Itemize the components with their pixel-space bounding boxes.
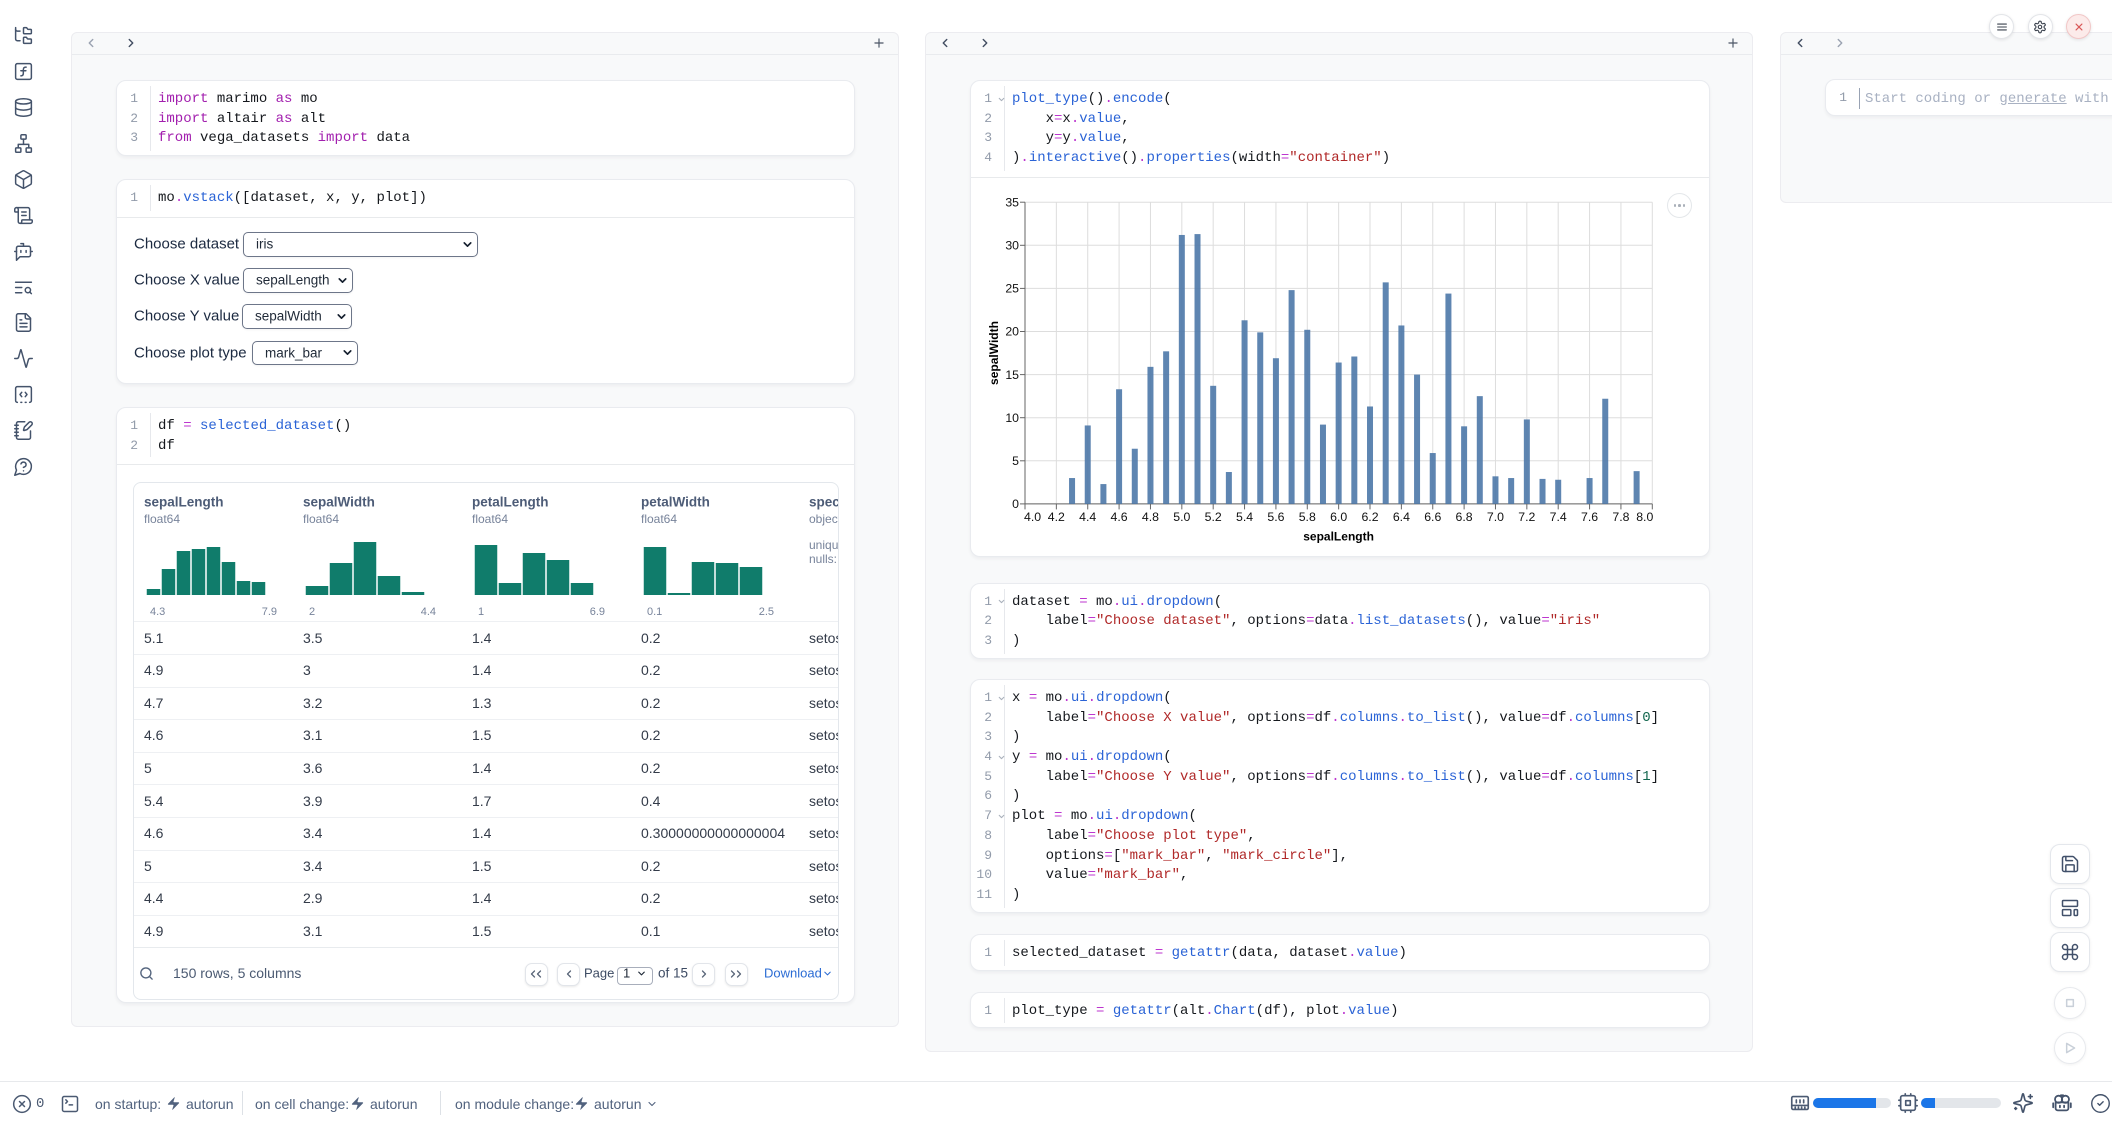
svg-text:4.8: 4.8 (1142, 510, 1159, 524)
svg-text:6.8: 6.8 (1456, 510, 1473, 524)
svg-text:6.2: 6.2 (1361, 510, 1378, 524)
svg-text:8.0: 8.0 (1636, 510, 1653, 524)
svg-text:4.2: 4.2 (1048, 510, 1065, 524)
svg-text:4.4: 4.4 (1079, 510, 1096, 524)
svg-text:7.8: 7.8 (1612, 510, 1629, 524)
svg-text:6.4: 6.4 (1393, 510, 1410, 524)
svg-text:15: 15 (1005, 368, 1019, 382)
svg-text:7.4: 7.4 (1550, 510, 1567, 524)
svg-text:20: 20 (1005, 325, 1019, 339)
svg-text:6.0: 6.0 (1330, 510, 1347, 524)
svg-text:25: 25 (1005, 282, 1019, 296)
svg-text:10: 10 (1005, 411, 1019, 425)
svg-text:5: 5 (1012, 454, 1019, 468)
svg-text:4.6: 4.6 (1111, 510, 1128, 524)
svg-text:5.4: 5.4 (1236, 510, 1253, 524)
svg-text:5.0: 5.0 (1173, 510, 1190, 524)
svg-text:30: 30 (1005, 239, 1019, 253)
svg-text:5.8: 5.8 (1299, 510, 1316, 524)
svg-text:7.0: 7.0 (1487, 510, 1504, 524)
svg-text:4.0: 4.0 (1024, 510, 1041, 524)
svg-text:0: 0 (1012, 497, 1019, 511)
svg-text:5.6: 5.6 (1267, 510, 1284, 524)
svg-text:5.2: 5.2 (1205, 510, 1222, 524)
svg-text:7.2: 7.2 (1518, 510, 1535, 524)
svg-text:7.6: 7.6 (1581, 510, 1598, 524)
svg-text:6.6: 6.6 (1424, 510, 1441, 524)
svg-text:sepalWidth: sepalWidth (987, 321, 1001, 385)
svg-text:sepalLength: sepalLength (1303, 529, 1374, 543)
svg-text:35: 35 (1005, 195, 1019, 209)
